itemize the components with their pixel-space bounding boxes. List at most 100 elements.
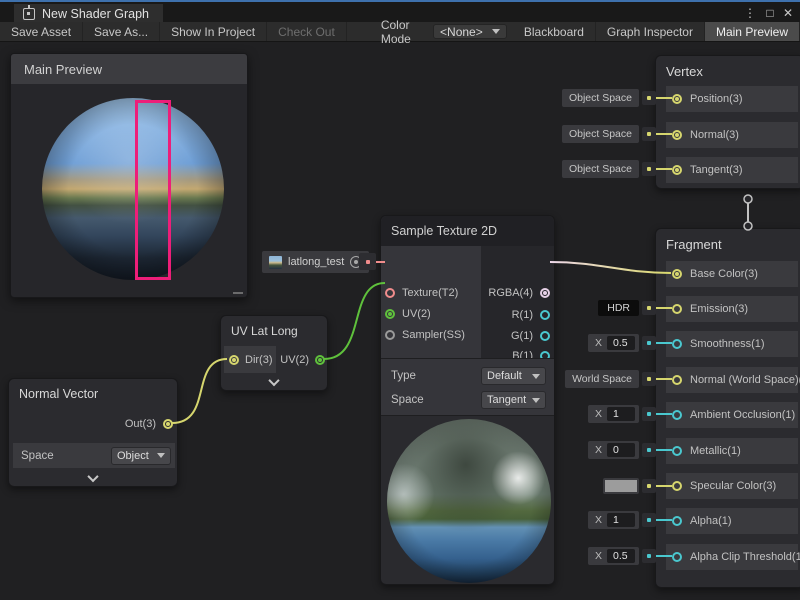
vertex-row-position[interactable]: Position(3) [666,86,798,112]
output-r[interactable]: R(1) [512,305,550,325]
fragment-row-alpha[interactable]: Alpha(1) [666,508,798,534]
more-menu-icon[interactable]: ⋮ [742,4,758,22]
uv-port[interactable] [385,309,395,319]
check-out-button: Check Out [267,22,347,41]
emission-port[interactable] [672,304,682,314]
metallic-value-widget[interactable]: X 0 [588,441,672,459]
main-preview-button[interactable]: Main Preview [705,22,800,41]
dir-port[interactable] [229,355,239,365]
normal-port[interactable] [672,130,682,140]
input-uv[interactable]: UV(2) [385,304,431,324]
space-dropdown[interactable]: Object [111,447,171,465]
save-asset-button[interactable]: Save Asset [0,22,83,41]
float-field[interactable]: X 0.5 [588,547,639,565]
hdr-pill[interactable]: HDR [598,300,639,316]
texture-property-latlong-test[interactable]: latlong_test [262,251,369,273]
fragment-row-normalws[interactable]: Normal (World Space)(3) [666,367,798,393]
fragment-row-ao[interactable]: Ambient Occlusion(1) [666,402,798,428]
fragment-row-metallic[interactable]: Metallic(1) [666,438,798,464]
smoothness-value[interactable]: 0.5 [607,336,635,350]
node-uv-lat-long[interactable]: UV Lat Long Dir(3) UV(2) [220,315,328,391]
float-field[interactable]: X 0 [588,441,639,459]
normal-space-widget[interactable]: Object Space [562,125,672,143]
sampler-port[interactable] [385,330,395,340]
node-vertex[interactable]: Vertex Position(3) Normal(3) Tangent(3) [655,55,800,189]
normalws-port[interactable] [672,375,682,385]
input-texture[interactable]: Texture(T2) [385,283,458,303]
save-as-button[interactable]: Save As... [83,22,160,41]
node-fragment[interactable]: Fragment Base Color(3) Emission(3) Smoot… [655,228,800,588]
out-port[interactable] [163,419,173,429]
uv-out-port[interactable] [315,355,325,365]
resize-handle[interactable] [233,292,243,294]
preview-collapse-row[interactable] [221,378,327,386]
alphaclip-value-widget[interactable]: X 0.5 [588,547,672,565]
preview-collapse-row[interactable] [9,474,177,482]
input-sampler[interactable]: Sampler(SS) [385,325,465,345]
basecolor-port[interactable] [672,269,682,279]
alphaclip-label: Alpha Clip Threshold(1) [690,551,800,563]
toolbar: Save Asset Save As... Show In Project Ch… [0,22,800,42]
ao-value[interactable]: 1 [607,407,635,421]
graph-inspector-button[interactable]: Graph Inspector [596,22,705,41]
object-space-pill[interactable]: Object Space [562,89,639,107]
alpha-value[interactable]: 1 [607,513,635,527]
default-wire [656,555,672,557]
ao-value-widget[interactable]: X 1 [588,405,672,423]
space-dropdown[interactable]: Tangent [481,391,546,409]
node-normal-vector[interactable]: Normal Vector Out(3) Space Object [8,378,178,487]
position-space-widget[interactable]: Object Space [562,89,672,107]
tangent-port[interactable] [672,165,682,175]
fragment-row-alphaclip[interactable]: Alpha Clip Threshold(1) [666,544,798,570]
specular-color-widget[interactable] [603,477,672,495]
smoothness-value-widget[interactable]: X 0.5 [588,334,672,352]
smoothness-port[interactable] [672,339,682,349]
metallic-port[interactable] [672,446,682,456]
blackboard-button[interactable]: Blackboard [513,22,596,41]
output-rgba[interactable]: RGBA(4) [488,283,550,303]
g-port[interactable] [540,331,550,341]
position-port[interactable] [672,94,682,104]
emission-hdr-widget[interactable]: HDR [598,299,672,317]
type-dropdown[interactable]: Default [481,367,546,385]
color-mode-dropdown[interactable]: <None> [433,24,507,39]
close-icon[interactable]: ✕ [780,4,796,22]
uv-output-row[interactable]: UV(2) [280,346,325,373]
tangent-space-widget[interactable]: Object Space [562,160,672,178]
main-preview-title[interactable]: Main Preview [11,54,247,84]
maximize-icon[interactable]: □ [762,4,778,22]
metallic-value[interactable]: 0 [607,443,635,457]
r-port[interactable] [540,310,550,320]
fragment-row-basecolor[interactable]: Base Color(3) [666,261,798,287]
specular-port[interactable] [672,481,682,491]
alphaclip-port[interactable] [672,552,682,562]
texture-port[interactable] [385,288,395,298]
fragment-row-emission[interactable]: Emission(3) [666,296,798,322]
world-space-pill[interactable]: World Space [565,370,639,388]
float-field[interactable]: X 1 [588,405,639,423]
ao-port[interactable] [672,410,682,420]
main-preview-panel[interactable]: Main Preview [10,53,248,298]
normalws-space-widget[interactable]: World Space [565,370,672,388]
node-sample-texture-2d[interactable]: Sample Texture 2D Texture(T2) UV(2) Samp… [380,215,555,585]
out-row[interactable]: Out(3) [9,411,177,437]
alphaclip-value[interactable]: 0.5 [607,549,635,563]
alpha-port[interactable] [672,516,682,526]
dir-input-row[interactable]: Dir(3) [224,346,276,373]
object-space-pill[interactable]: Object Space [562,125,639,143]
rgba-port[interactable] [540,288,550,298]
texture-property-port[interactable] [359,253,376,270]
object-space-pill[interactable]: Object Space [562,160,639,178]
vertex-row-tangent[interactable]: Tangent(3) [666,157,798,183]
float-field[interactable]: X 1 [588,511,639,529]
alpha-value-widget[interactable]: X 1 [588,511,672,529]
color-swatch[interactable] [603,478,639,494]
r-label: R(1) [512,309,533,321]
fragment-row-specular[interactable]: Specular Color(3) [666,473,798,499]
vertex-row-normal[interactable]: Normal(3) [666,122,798,148]
fragment-row-smoothness[interactable]: Smoothness(1) [666,331,798,357]
show-in-project-button[interactable]: Show In Project [160,22,267,41]
output-g[interactable]: G(1) [511,326,550,346]
tab-new-shader-graph[interactable]: New Shader Graph [14,4,163,24]
float-field[interactable]: X 0.5 [588,334,639,352]
